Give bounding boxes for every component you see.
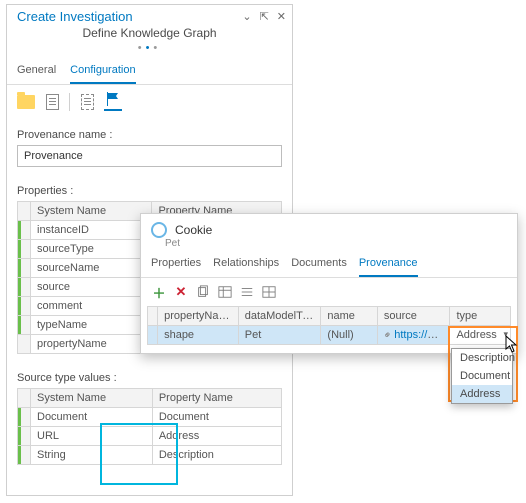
copy-icon[interactable] <box>195 284 211 300</box>
toolbar-separator <box>69 93 70 111</box>
cell-type[interactable]: Address ▾ <box>450 326 511 345</box>
col-source[interactable]: source <box>377 307 450 326</box>
col-propertyname[interactable]: propertyName <box>158 307 239 326</box>
tab-provenance[interactable]: Provenance <box>359 253 418 277</box>
delete-button[interactable]: ✕ <box>173 284 189 300</box>
wizard-step-dots: ••• <box>7 42 292 60</box>
tab-properties[interactable]: Properties <box>151 253 201 277</box>
close-icon[interactable]: ✕ <box>277 10 286 23</box>
table-icon[interactable] <box>217 284 233 300</box>
type-dropdown[interactable]: Description Document Address <box>451 348 513 404</box>
col-system-name[interactable]: System Name <box>31 202 152 221</box>
table-row[interactable]: shape Pet (Null) ⚭https://w… Address ▾ <box>148 326 511 345</box>
tab-general[interactable]: General <box>17 60 56 84</box>
table-header-row: System Name Property Name <box>18 389 282 408</box>
add-button[interactable]: ＋ <box>151 284 167 300</box>
col-name[interactable]: name <box>321 307 377 326</box>
entity-type-icon <box>151 222 167 238</box>
folder-icon[interactable] <box>17 93 35 111</box>
dropdown-option-selected[interactable]: Address <box>452 385 512 403</box>
pages-icon[interactable] <box>43 93 61 111</box>
panel-header: Create Investigation ⌄ ⇱ ✕ <box>7 5 292 26</box>
list-icon[interactable] <box>239 284 255 300</box>
cell-source[interactable]: ⚭https://w… <box>377 326 450 345</box>
new-page-icon[interactable] <box>78 93 96 111</box>
step-dot[interactable]: • <box>153 42 161 54</box>
dropdown-option[interactable]: Document <box>452 367 512 385</box>
source-type-values-section: Source type values : System Name Propert… <box>7 362 292 473</box>
step-dot[interactable]: • <box>138 42 146 54</box>
tab-relationships[interactable]: Relationships <box>213 253 279 277</box>
panel-subtitle: Define Knowledge Graph <box>7 26 292 42</box>
table-row[interactable]: StringDescription <box>18 446 282 465</box>
provenance-section: Provenance name : <box>7 119 292 175</box>
source-type-values-table[interactable]: System Name Property Name DocumentDocume… <box>17 388 282 465</box>
panel-window-controls: ⌄ ⇱ ✕ <box>242 10 286 23</box>
chevron-down-icon[interactable]: ▾ <box>503 329 508 340</box>
cell-propertyname[interactable]: shape <box>158 326 239 345</box>
table-header-row: propertyName dataModelType name source t… <box>148 307 511 326</box>
table-row[interactable]: DocumentDocument <box>18 408 282 427</box>
provenance-name-label: Provenance name : <box>17 129 282 141</box>
popup-tabs: Properties Relationships Documents Prove… <box>141 253 517 278</box>
col-system-name[interactable]: System Name <box>31 389 153 408</box>
flag-icon[interactable] <box>104 93 122 111</box>
table-row[interactable]: URLAddress <box>18 427 282 446</box>
link-icon: ⚭ <box>381 329 395 343</box>
dropdown-option[interactable]: Description <box>452 349 512 367</box>
col-property-name[interactable]: Property Name <box>152 389 281 408</box>
col-type[interactable]: type <box>450 307 511 326</box>
panel-toolbar <box>7 85 292 119</box>
source-type-values-label: Source type values : <box>17 372 282 384</box>
popup-subtitle: Pet <box>165 238 517 253</box>
provenance-name-input[interactable] <box>17 145 282 167</box>
pin-icon[interactable]: ⇱ <box>260 10 269 23</box>
cell-datamodeltype[interactable]: Pet <box>238 326 321 345</box>
popup-title: Cookie <box>175 223 212 237</box>
tab-documents[interactable]: Documents <box>291 253 347 277</box>
grid-icon[interactable] <box>261 284 277 300</box>
properties-label: Properties : <box>17 185 282 197</box>
panel-tabs: General Configuration <box>7 60 292 85</box>
panel-title: Create Investigation <box>17 9 133 24</box>
col-datamodeltype[interactable]: dataModelType <box>238 307 321 326</box>
entity-popup: Cookie Pet Properties Relationships Docu… <box>140 213 518 354</box>
popup-toolbar: ＋ ✕ <box>141 278 517 306</box>
chevron-down-icon[interactable]: ⌄ <box>242 10 251 23</box>
cell-name[interactable]: (Null) <box>321 326 377 345</box>
tab-configuration[interactable]: Configuration <box>70 60 135 84</box>
provenance-grid[interactable]: propertyName dataModelType name source t… <box>147 306 511 345</box>
